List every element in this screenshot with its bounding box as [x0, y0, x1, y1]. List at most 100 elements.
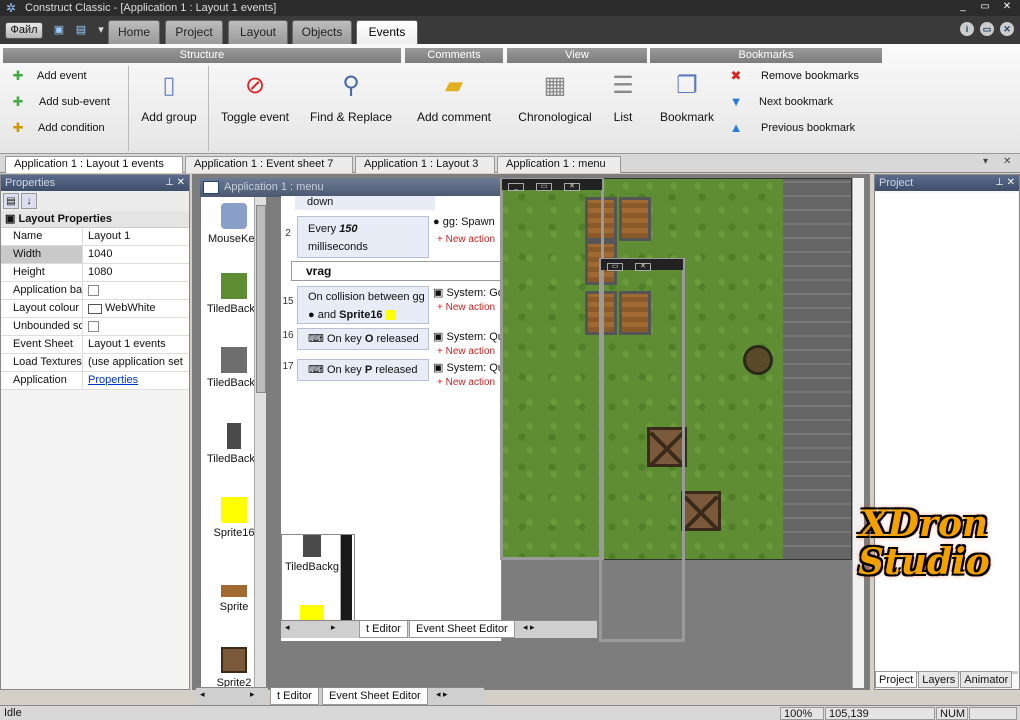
prop-row-application-back[interactable]: Application back	[1, 282, 189, 300]
subwindow-titlebar[interactable]: _ ▭ ✕	[502, 179, 602, 191]
prop-row-load-textures[interactable]: Load Textures (use application set	[1, 354, 189, 372]
tab-project[interactable]: Project	[875, 671, 918, 688]
plank-sprite[interactable]	[619, 197, 651, 241]
prop-row-event-sheet[interactable]: Event Sheet Layout 1 events	[1, 336, 189, 354]
toggle-event-button[interactable]: ⊘ Toggle event	[218, 70, 292, 124]
previous-bookmark-button[interactable]: ▲ Previous bookmark	[728, 120, 856, 136]
floating-scrollbar[interactable]	[340, 535, 352, 623]
event-17-condition[interactable]: ⌨ On key P released	[297, 359, 429, 381]
prop-row-name[interactable]: Name Layout 1	[1, 228, 189, 246]
event-16-condition[interactable]: ⌨ On key O released	[297, 328, 429, 350]
prop-row-application[interactable]: Application Properties	[1, 372, 189, 390]
tabs-dropdown-icon[interactable]: ▾	[983, 156, 988, 167]
ribbon-panel: Structure Comments View Bookmarks ✚ Add …	[0, 44, 1020, 154]
add-sub-event-button[interactable]: ✚ Add sub-event	[10, 94, 110, 110]
pin-close-icon[interactable]: ⊥ ✕	[165, 175, 185, 191]
crate-sprite[interactable]	[681, 491, 721, 531]
next-bookmark-button[interactable]: ▼ Next bookmark	[728, 94, 833, 110]
restore-button[interactable]: ▭	[536, 183, 552, 191]
add-comment-button[interactable]: ▰ Add comment	[414, 70, 494, 124]
tab-events[interactable]: Events	[356, 20, 418, 44]
scroll-left-icon[interactable]: ◂	[200, 689, 205, 700]
bookmark-button[interactable]: ❐ Bookmark	[658, 70, 716, 124]
event-15-new-action[interactable]: + New action	[437, 302, 495, 313]
close-button[interactable]: ✕	[635, 263, 651, 271]
tab-home[interactable]: Home	[108, 20, 160, 44]
categorized-icon[interactable]: ▤	[3, 193, 19, 209]
close-doc-icon[interactable]: ✕	[1000, 22, 1014, 36]
tab-objects[interactable]: Objects	[292, 20, 352, 44]
list-button[interactable]: ☰ List	[604, 70, 642, 124]
maximize-button[interactable]: ▭	[974, 0, 996, 14]
close-button[interactable]: ✕	[996, 0, 1018, 14]
event-2-action[interactable]: ● gg: Spawn	[433, 216, 495, 228]
object-bar-hscroll[interactable]: ◂ ▸	[196, 687, 268, 705]
remove-bookmarks-button[interactable]: ✖ Remove bookmarks	[728, 68, 859, 84]
tab-scroll-icon[interactable]: ◂ ▸	[436, 689, 448, 700]
properties-link[interactable]: Properties	[88, 372, 138, 389]
scroll-left-icon[interactable]: ◂	[285, 622, 290, 633]
restore-icon[interactable]: ▭	[980, 22, 994, 36]
close-tab-icon[interactable]: ✕	[1003, 156, 1011, 167]
event-group-vrag[interactable]: vrag	[291, 261, 502, 281]
tab-layout[interactable]: Layout	[228, 20, 288, 44]
folder-icon: ▯	[162, 72, 176, 99]
info-icon[interactable]: i	[960, 22, 974, 36]
add-group-button[interactable]: ▯ Add group	[138, 70, 200, 124]
doc-tab-layout1-events[interactable]: Application 1 : Layout 1 events	[5, 156, 183, 173]
object-tiledbackground-dark[interactable]: TiledBackg	[282, 535, 342, 573]
checkbox[interactable]	[88, 321, 99, 332]
tank-turret-sprite[interactable]	[743, 345, 773, 375]
doc-tab-menu[interactable]: Application 1 : menu	[497, 156, 621, 173]
layout-vscrollbar[interactable]	[852, 178, 864, 688]
project-tree[interactable]	[876, 193, 1018, 671]
subwindow-titlebar[interactable]: ▭ ✕	[601, 259, 683, 271]
tab-scroll-icon[interactable]: ◂ ▸	[523, 622, 535, 633]
scroll-right-icon[interactable]: ▸	[331, 622, 336, 633]
scroll-right-icon[interactable]: ▸	[250, 689, 255, 700]
system-icon: ▣	[433, 331, 444, 343]
event-15-condition[interactable]: On collision between gg ● and Sprite16	[297, 286, 429, 324]
file-menu-button[interactable]: Файл	[5, 22, 43, 39]
close-button[interactable]: ✕	[564, 183, 580, 191]
prop-row-width[interactable]: Width 1040	[1, 246, 189, 264]
tab-layers[interactable]: Layers	[918, 671, 960, 688]
save-icon[interactable]: ▣	[52, 23, 66, 37]
checkbox[interactable]	[88, 285, 99, 296]
add-event-button[interactable]: ✚ Add event	[10, 68, 87, 84]
event-2-condition[interactable]: Every 150 milliseconds	[297, 216, 429, 258]
tab-project[interactable]: Project	[165, 20, 223, 44]
minimize-button[interactable]: _	[952, 0, 974, 14]
prop-row-unbounded-scroll[interactable]: Unbounded scro	[1, 318, 189, 336]
event-17-new-action[interactable]: + New action	[437, 377, 495, 388]
event-17-action[interactable]: ▣ System: Qu	[433, 361, 504, 374]
event-window-titlebar[interactable]: Application 1 : menu	[200, 178, 505, 197]
add-condition-button[interactable]: ✚ Add condition	[10, 120, 105, 136]
tab-animator[interactable]: Animator	[960, 671, 1013, 688]
tab-event-sheet-editor[interactable]: Event Sheet Editor	[409, 621, 515, 638]
prop-row-layout-colour[interactable]: Layout colour WebWhite	[1, 300, 189, 318]
restore-button[interactable]: ▭	[607, 263, 623, 271]
chevron-down-icon[interactable]: ▾	[94, 23, 108, 37]
tab-layout-editor[interactable]: t Editor	[270, 688, 319, 705]
event-2-new-action[interactable]: + New action	[437, 234, 495, 245]
minimize-button[interactable]: _	[508, 183, 524, 191]
properties-header: Properties ⊥ ✕	[1, 175, 189, 191]
find-replace-button[interactable]: ⚲ Find & Replace	[308, 70, 394, 124]
tab-event-sheet-editor[interactable]: Event Sheet Editor	[322, 688, 428, 705]
sort-alpha-icon[interactable]: ↓	[21, 193, 37, 209]
pin-close-icon[interactable]: ⊥ ✕	[995, 175, 1015, 191]
event-16-new-action[interactable]: + New action	[437, 346, 495, 357]
prop-row-height[interactable]: Height 1080	[1, 264, 189, 282]
event-partial-condition[interactable]: down	[295, 196, 435, 210]
tab-layout-editor[interactable]: t Editor	[359, 621, 408, 638]
event-15-action[interactable]: ▣ System: Go	[433, 286, 504, 299]
colour-swatch[interactable]	[88, 303, 102, 314]
chronological-button[interactable]: ▦ Chronological	[516, 70, 594, 124]
construct-app-icon[interactable]: ✲	[3, 1, 19, 15]
doc-tab-layout3[interactable]: Application 1 : Layout 3	[355, 156, 495, 173]
screen-icon[interactable]: ▤	[74, 23, 88, 37]
layout-properties-section[interactable]: ▣ Layout Properties	[1, 211, 189, 228]
doc-tab-event-sheet7[interactable]: Application 1 : Event sheet 7	[185, 156, 353, 173]
event-16-action[interactable]: ▣ System: Qu	[433, 330, 504, 343]
